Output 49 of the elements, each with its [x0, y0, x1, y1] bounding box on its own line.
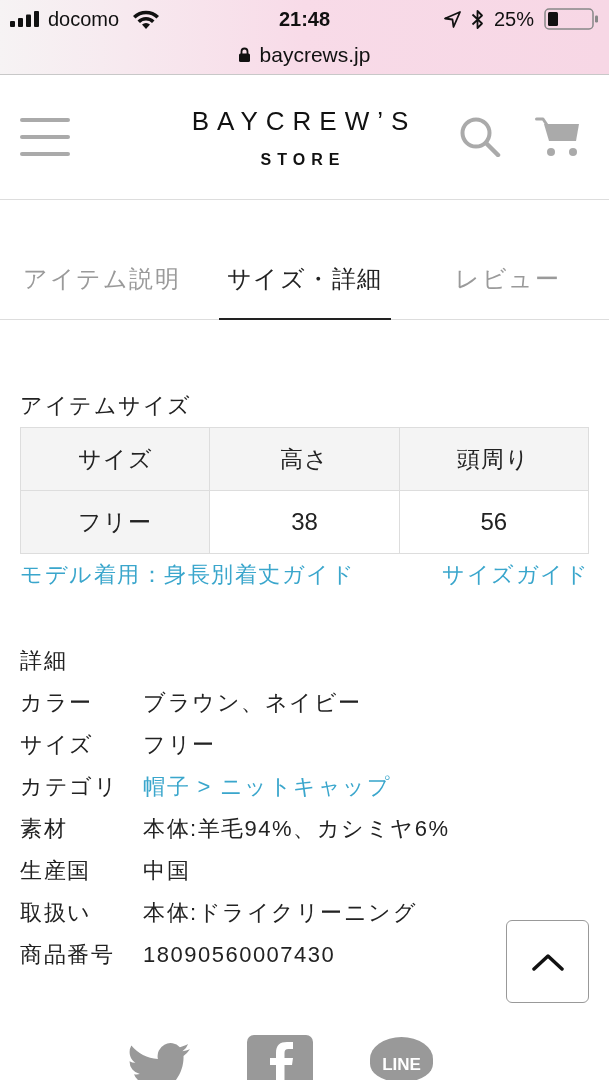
tab[interactable]: サイズ・詳細: [218, 240, 391, 320]
table-cell: 56: [399, 490, 589, 554]
line-share-button[interactable]: LINE: [370, 1037, 433, 1080]
detail-label: 素材: [20, 814, 68, 843]
detail-label: カテゴリ: [20, 772, 119, 801]
bluetooth-icon: [470, 8, 484, 30]
column-header: 高さ: [209, 427, 400, 491]
category-link[interactable]: 帽子 > ニットキャップ: [143, 769, 392, 803]
search-icon: [460, 117, 501, 157]
cart-button[interactable]: [535, 117, 580, 157]
clock: 21:48: [278, 9, 331, 29]
location-arrow-icon: [443, 10, 461, 28]
wifi-icon: [133, 9, 160, 29]
f-logo-icon[interactable]: [247, 1035, 313, 1080]
tab[interactable]: レビュー: [421, 240, 594, 320]
detail-value: 中国: [143, 856, 190, 885]
chevron-up-icon: [531, 952, 564, 971]
signal-icon: [10, 11, 40, 27]
detail-label: サイズ: [20, 730, 95, 759]
detail-value: 本体:ドライクリーニング: [143, 898, 418, 927]
section-title: 詳細: [20, 646, 68, 675]
guide-link[interactable]: サイズガイド: [442, 558, 589, 591]
store-logo[interactable]: BAYCREW’S STORE: [183, 108, 417, 168]
tab[interactable]: アイテム説明: [15, 240, 188, 320]
menu-icon: [20, 118, 70, 156]
column-header: サイズ: [20, 427, 210, 491]
table-cell: フリー: [20, 490, 210, 554]
detail-value: 18090560007430: [143, 940, 336, 969]
detail-label: 生産国: [20, 856, 92, 885]
guide-link[interactable]: モデル着用：身長別着丈ガイド: [20, 558, 355, 591]
battery-icon: [544, 8, 599, 30]
bird-icon[interactable]: [127, 1043, 190, 1080]
detail-label: 取扱い: [20, 898, 93, 927]
detail-value: フリー: [143, 730, 216, 759]
menu-button[interactable]: [20, 118, 70, 156]
detail-value: ブラウン、ネイビー: [143, 688, 362, 717]
detail-label: カラー: [20, 688, 94, 717]
column-header: 頭周り: [399, 427, 589, 491]
detail-value: 本体:羊毛94%、カシミヤ6%: [143, 814, 450, 843]
section-title: アイテムサイズ: [20, 392, 193, 420]
table-cell: 38: [209, 490, 400, 554]
carrier-name: docomo: [48, 9, 120, 29]
detail-label: 商品番号: [20, 940, 115, 969]
address-url[interactable]: baycrews.jp: [259, 43, 371, 65]
lock-icon: [238, 46, 250, 62]
back-to-top-button[interactable]: [506, 920, 589, 1003]
cart-icon: [535, 117, 580, 157]
search-button[interactable]: [460, 117, 501, 157]
battery-percent: 25%: [493, 9, 534, 29]
